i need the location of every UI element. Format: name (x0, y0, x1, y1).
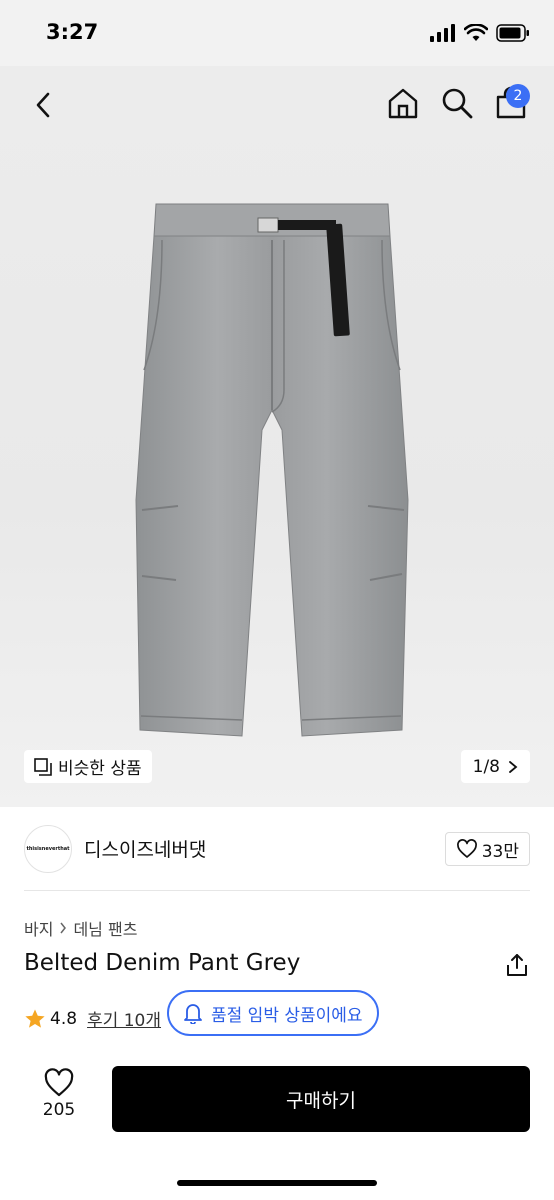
rating-value: 4.8 (50, 1008, 78, 1029)
brand-like-count: 33만 (481, 841, 519, 862)
home-icon (388, 88, 418, 119)
back-button[interactable] (26, 88, 60, 122)
product-photo (135, 203, 409, 737)
heart-icon (44, 1068, 74, 1097)
breadcrumb-item[interactable]: 데님 팬츠 (73, 916, 137, 940)
heart-icon (456, 839, 477, 858)
star-icon (25, 1009, 45, 1028)
product-title: Belted Denim Pant Grey (24, 950, 301, 976)
brand-logo-text: thisisneverthat (26, 846, 70, 852)
soldout-notice-button[interactable]: 품절 임박 상품이에요 (167, 990, 379, 1036)
wifi-icon (464, 24, 488, 41)
product-image-carousel[interactable]: 2 비슷한 상품 1/8 (0, 66, 554, 807)
similar-items-icon (34, 757, 52, 776)
breadcrumb: 바지 데님 팬츠 (24, 916, 137, 940)
status-bar: 3:27 (0, 0, 554, 66)
chevron-right-icon (60, 922, 67, 934)
share-icon[interactable] (504, 952, 530, 978)
chevron-left-icon (36, 92, 50, 118)
cart-count-badge: 2 (506, 84, 530, 108)
buy-button[interactable]: 구매하기 (112, 1066, 530, 1132)
home-button[interactable] (386, 86, 420, 120)
brand-logo[interactable]: thisisneverthat (24, 825, 72, 873)
review-count-link[interactable]: 후기 10개 (87, 1006, 161, 1031)
rating-summary: 4.8 후기 10개 (24, 1006, 161, 1031)
status-time: 3:27 (46, 20, 99, 44)
home-indicator (177, 1180, 377, 1186)
brand-like-button[interactable]: 33만 (444, 832, 530, 866)
search-icon (442, 88, 473, 119)
status-icons (430, 24, 530, 42)
image-pager-label: 1/8 (472, 756, 500, 777)
similar-products-button[interactable]: 비슷한 상품 (24, 750, 152, 783)
battery-icon (496, 24, 529, 42)
signal-icon (430, 24, 455, 42)
soldout-notice-label: 품절 임박 상품이에요 (211, 1005, 363, 1026)
search-button[interactable] (440, 86, 474, 120)
bell-icon (184, 1004, 202, 1024)
divider (24, 890, 530, 891)
chevron-right-icon (509, 760, 518, 773)
wishlist-count: 205 (42, 1100, 76, 1120)
image-pager[interactable]: 1/8 (460, 750, 530, 783)
brand-name[interactable]: 디스이즈네버댓 (84, 835, 206, 862)
brand-row[interactable]: thisisneverthat 디스이즈네버댓 33만 (0, 807, 554, 891)
breadcrumb-item[interactable]: 바지 (24, 916, 53, 940)
wishlist-button[interactable]: 205 (24, 1068, 94, 1130)
similar-products-label: 비슷한 상품 (58, 759, 142, 779)
